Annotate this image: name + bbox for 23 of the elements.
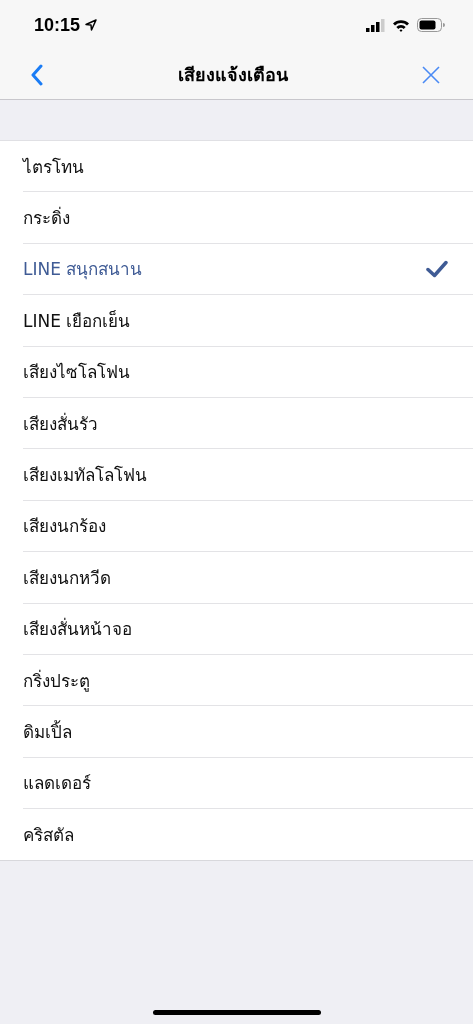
- sound-option[interactable]: LINE เยือกเย็น: [23, 295, 473, 347]
- sound-option[interactable]: ไตรโทน: [23, 141, 473, 193]
- battery-icon: [417, 18, 445, 32]
- sound-option[interactable]: คริสตัล: [23, 809, 473, 861]
- status-time: 10:15: [34, 14, 81, 36]
- signal-icon: [366, 18, 386, 32]
- wifi-icon: [392, 18, 410, 32]
- sound-option[interactable]: เสียงนกหวีด: [23, 552, 473, 604]
- close-icon: [421, 64, 441, 85]
- checkmark-icon: [426, 259, 448, 278]
- sound-option[interactable]: เสียงนกร้อง: [23, 500, 473, 553]
- sound-option[interactable]: แลดเดอร์: [23, 757, 473, 810]
- back-icon: [30, 63, 44, 86]
- sound-option[interactable]: ดิมเปิ้ล: [23, 706, 473, 758]
- sound-option[interactable]: LINE สนุกสนาน: [23, 243, 473, 296]
- sound-option[interactable]: กริ่งประตู: [23, 654, 473, 707]
- sound-option[interactable]: เสียงไซโลโฟน: [23, 346, 473, 398]
- sound-option[interactable]: กระดิ่ง: [23, 192, 473, 244]
- screen-title: เสียงแจ้งเตือน: [177, 63, 288, 87]
- sound-option[interactable]: เสียงสั่นรัว: [23, 397, 473, 450]
- sound-option[interactable]: เสียงเมทัลโลโฟน: [23, 449, 473, 501]
- sound-option[interactable]: เสียงสั่นหน้าจอ: [23, 603, 473, 655]
- location-arrow-icon: [85, 19, 98, 31]
